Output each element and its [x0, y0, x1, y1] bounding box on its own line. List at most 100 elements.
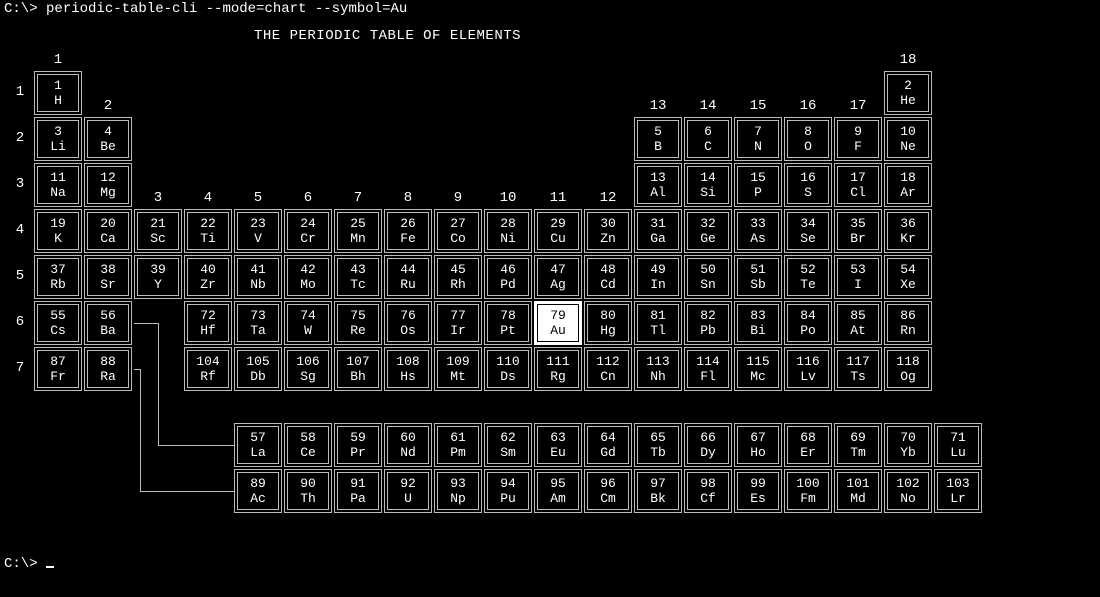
element-symbol: Si [700, 185, 716, 200]
element-symbol: Pt [500, 323, 516, 338]
element-symbol: Fm [800, 491, 816, 506]
element-cell-ir: 77Ir [434, 301, 482, 345]
element-symbol: Ts [850, 369, 866, 384]
group-label: 15 [734, 99, 782, 114]
atomic-number: 42 [300, 262, 316, 277]
element-symbol: I [854, 277, 862, 292]
element-cell-b: 5B [634, 117, 682, 161]
periodic-table-chart: THE PERIODIC TABLE OF ELEMENTS 123456712… [4, 29, 1096, 557]
period-label: 4 [12, 223, 28, 238]
element-symbol: Nd [400, 445, 416, 460]
atomic-number: 90 [300, 476, 316, 491]
element-symbol: Zr [200, 277, 216, 292]
element-symbol: Ar [900, 185, 916, 200]
element-symbol: Cr [300, 231, 316, 246]
element-cell-ne: 10Ne [884, 117, 932, 161]
atomic-number: 66 [700, 430, 716, 445]
element-cell-u: 92U [384, 469, 432, 513]
group-label: 18 [884, 53, 932, 68]
atomic-number: 102 [896, 476, 919, 491]
atomic-number: 89 [250, 476, 266, 491]
element-symbol: As [750, 231, 766, 246]
atomic-number: 34 [800, 216, 816, 231]
atomic-number: 11 [50, 170, 66, 185]
element-symbol: Ti [200, 231, 216, 246]
element-symbol: Bh [350, 369, 366, 384]
element-symbol: S [804, 185, 812, 200]
element-symbol: Rf [200, 369, 216, 384]
element-cell-pu: 94Pu [484, 469, 532, 513]
element-cell-cu: 29Cu [534, 209, 582, 253]
element-cell-sm: 62Sm [484, 423, 532, 467]
element-symbol: Pm [450, 445, 466, 460]
command-line-bottom[interactable]: C:\> [4, 557, 1096, 572]
element-symbol: Pb [700, 323, 716, 338]
atomic-number: 54 [900, 262, 916, 277]
element-symbol: Ge [700, 231, 716, 246]
element-cell-ar: 18Ar [884, 163, 932, 207]
atomic-number: 14 [700, 170, 716, 185]
element-cell-v: 23V [234, 209, 282, 253]
element-symbol: Mt [450, 369, 466, 384]
atomic-number: 25 [350, 216, 366, 231]
connector-line [140, 491, 234, 492]
element-cell-cr: 24Cr [284, 209, 332, 253]
element-cell-nb: 41Nb [234, 255, 282, 299]
element-symbol: Nh [650, 369, 666, 384]
element-cell-dy: 66Dy [684, 423, 732, 467]
atomic-number: 13 [650, 170, 666, 185]
element-cell-ts: 117Ts [834, 347, 882, 391]
atomic-number: 57 [250, 430, 266, 445]
element-symbol: V [254, 231, 262, 246]
element-symbol: Te [800, 277, 816, 292]
atomic-number: 98 [700, 476, 716, 491]
group-label: 7 [334, 191, 382, 206]
atomic-number: 67 [750, 430, 766, 445]
element-symbol: Fr [50, 369, 66, 384]
group-label: 16 [784, 99, 832, 114]
element-cell-au[interactable]: 79Au [534, 301, 582, 345]
atomic-number: 33 [750, 216, 766, 231]
element-cell-bk: 97Bk [634, 469, 682, 513]
atomic-number: 6 [704, 124, 712, 139]
atomic-number: 86 [900, 308, 916, 323]
element-cell-es: 99Es [734, 469, 782, 513]
atomic-number: 51 [750, 262, 766, 277]
element-symbol: Co [450, 231, 466, 246]
element-symbol: Mn [350, 231, 366, 246]
atomic-number: 69 [850, 430, 866, 445]
atomic-number: 62 [500, 430, 516, 445]
atomic-number: 105 [246, 354, 269, 369]
atomic-number: 92 [400, 476, 416, 491]
element-cell-lr: 103Lr [934, 469, 982, 513]
atomic-number: 37 [50, 262, 66, 277]
atomic-number: 79 [550, 308, 566, 323]
element-cell-la: 57La [234, 423, 282, 467]
command-line[interactable]: C:\> periodic-table-cli --mode=chart --s… [4, 2, 1096, 17]
element-symbol: F [854, 139, 862, 154]
atomic-number: 7 [754, 124, 762, 139]
element-cell-ce: 58Ce [284, 423, 332, 467]
element-cell-yb: 70Yb [884, 423, 932, 467]
atomic-number: 73 [250, 308, 266, 323]
atomic-number: 114 [696, 354, 719, 369]
atomic-number: 21 [150, 216, 166, 231]
element-cell-pr: 59Pr [334, 423, 382, 467]
element-symbol: Ag [550, 277, 566, 292]
atomic-number: 97 [650, 476, 666, 491]
atomic-number: 18 [900, 170, 916, 185]
element-cell-rh: 45Rh [434, 255, 482, 299]
atomic-number: 106 [296, 354, 319, 369]
atomic-number: 53 [850, 262, 866, 277]
atomic-number: 44 [400, 262, 416, 277]
element-cell-na: 11Na [34, 163, 82, 207]
element-symbol: Yb [900, 445, 916, 460]
atomic-number: 100 [796, 476, 819, 491]
atomic-number: 111 [546, 354, 569, 369]
element-cell-mg: 12Mg [84, 163, 132, 207]
atomic-number: 80 [600, 308, 616, 323]
element-symbol: Sg [300, 369, 316, 384]
atomic-number: 50 [700, 262, 716, 277]
element-cell-gd: 64Gd [584, 423, 632, 467]
element-cell-rn: 86Rn [884, 301, 932, 345]
